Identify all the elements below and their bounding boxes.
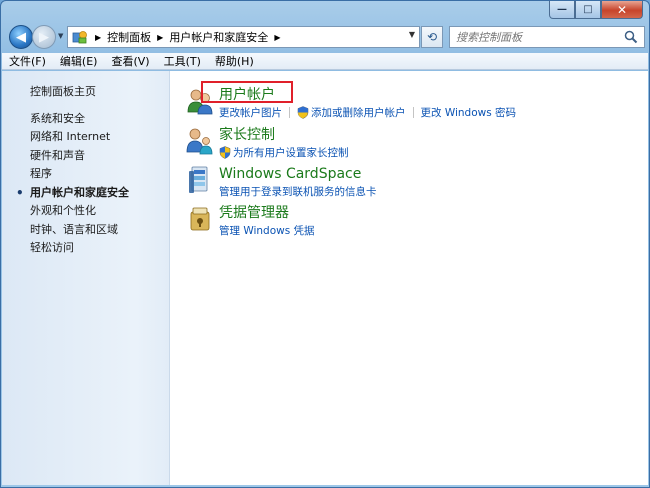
category-title-parental-controls[interactable]: 家长控制 (219, 126, 349, 144)
sidebar-item-home[interactable]: 控制面板主页 (2, 83, 169, 102)
link-divider (412, 107, 414, 118)
breadcrumb-item-user-accounts[interactable]: 用户帐户和家庭安全 (169, 29, 268, 45)
menu-help[interactable]: 帮助(H) (208, 53, 261, 69)
sidebar-item-user-accounts[interactable]: 用户帐户和家庭安全 (2, 184, 169, 203)
link-manage-information-cards[interactable]: 管理用于登录到联机服务的信息卡 (219, 184, 377, 199)
refresh-button[interactable]: ⟲ (421, 26, 443, 48)
category-parental-controls: 家长控制 为所有用户设置家长控制 (185, 126, 349, 160)
back-button[interactable]: ◀ (9, 25, 33, 49)
parental-controls-icon[interactable] (185, 126, 215, 156)
search-input[interactable] (456, 30, 616, 44)
link-change-windows-password[interactable]: 更改 Windows 密码 (421, 105, 517, 120)
credential-manager-icon[interactable] (185, 204, 215, 234)
menu-tools[interactable]: 工具(T) (157, 53, 208, 69)
main-panel: 用户帐户 更改帐户图片 添加或删除用户帐户 更改 Windows 密码 家长控制… (170, 71, 648, 487)
breadcrumb-separator-icon[interactable]: ▶ (157, 33, 163, 42)
uac-shield-icon (297, 106, 309, 119)
search-box[interactable] (449, 26, 645, 48)
category-title-credential-manager[interactable]: 凭据管理器 (219, 204, 315, 222)
sidebar-item-system-security[interactable]: 系统和安全 (2, 110, 169, 129)
sidebar-item-hardware-sound[interactable]: 硬件和声音 (2, 147, 169, 166)
menu-bar: 文件(F) 编辑(E) 查看(V) 工具(T) 帮助(H) (2, 53, 648, 70)
sidebar: 控制面板主页 系统和安全 网络和 Internet 硬件和声音 程序 用户帐户和… (2, 71, 170, 487)
link-add-remove-accounts[interactable]: 添加或删除用户帐户 (311, 105, 406, 120)
sidebar-item-network[interactable]: 网络和 Internet (2, 128, 169, 147)
breadcrumb-separator-icon[interactable]: ▶ (95, 33, 101, 42)
link-set-parental-controls[interactable]: 为所有用户设置家长控制 (233, 145, 349, 160)
link-divider (289, 107, 290, 118)
sidebar-item-appearance[interactable]: 外观和个性化 (2, 202, 169, 221)
control-panel-window: — □ ✕ ◀ ▶ ▼ ▶ 控制面板 ▶ 用户帐户和家庭安全 ▶ ▼ ⟲ 搜索控… (0, 0, 650, 488)
maximize-button[interactable]: □ (575, 1, 601, 19)
address-bar[interactable]: ▶ 控制面板 ▶ 用户帐户和家庭安全 ▶ ▼ (67, 26, 420, 48)
link-change-account-picture[interactable]: 更改帐户图片 (219, 105, 282, 120)
search-icon[interactable] (624, 30, 638, 44)
uac-shield-icon (219, 146, 231, 159)
sidebar-item-programs[interactable]: 程序 (2, 165, 169, 184)
breadcrumb: ▶ 控制面板 ▶ 用户帐户和家庭安全 ▶ (89, 29, 286, 45)
sidebar-item-clock-language[interactable]: 时钟、语言和区域 (2, 221, 169, 240)
category-title-cardspace[interactable]: Windows CardSpace (219, 165, 377, 183)
content-area: 控制面板主页 系统和安全 网络和 Internet 硬件和声音 程序 用户帐户和… (2, 71, 648, 487)
address-dropdown-icon[interactable]: ▼ (409, 30, 415, 39)
caption-buttons: — □ ✕ (549, 1, 643, 19)
window-bottom-border (1, 485, 649, 487)
link-manage-windows-credentials[interactable]: 管理 Windows 凭据 (219, 223, 315, 238)
breadcrumb-item-control-panel[interactable]: 控制面板 (107, 29, 151, 45)
category-cardspace: Windows CardSpace 管理用于登录到联机服务的信息卡 (185, 165, 377, 199)
forward-button[interactable]: ▶ (32, 25, 56, 49)
cardspace-icon[interactable] (185, 165, 215, 195)
sidebar-item-ease-of-access[interactable]: 轻松访问 (2, 239, 169, 258)
highlight-annotation-box (201, 81, 293, 103)
close-button[interactable]: ✕ (601, 1, 643, 19)
minimize-button[interactable]: — (549, 1, 575, 19)
control-panel-icon (71, 28, 89, 46)
menu-edit[interactable]: 编辑(E) (53, 53, 105, 69)
refresh-icon: ⟲ (426, 30, 438, 44)
navigation-bar: ◀ ▶ ▼ ▶ 控制面板 ▶ 用户帐户和家庭安全 ▶ ▼ ⟲ (1, 23, 649, 51)
recent-pages-dropdown-icon[interactable]: ▼ (58, 32, 63, 40)
menu-view[interactable]: 查看(V) (104, 53, 156, 69)
menu-file[interactable]: 文件(F) (2, 53, 53, 69)
breadcrumb-separator-icon[interactable]: ▶ (274, 33, 280, 42)
category-credential-manager: 凭据管理器 管理 Windows 凭据 (185, 204, 315, 238)
